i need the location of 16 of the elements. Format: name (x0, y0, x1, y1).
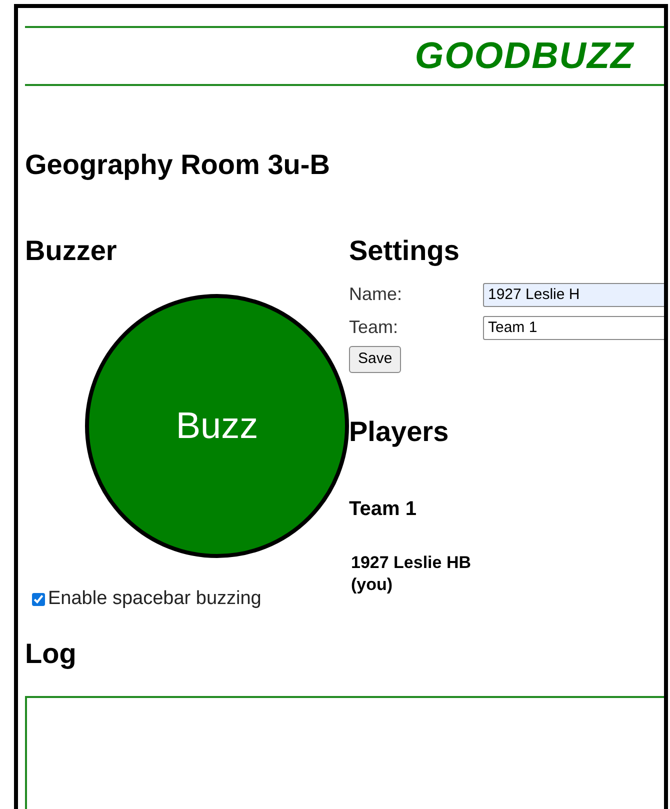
text-field[interactable]: 1927 Leslie H (483, 282, 664, 306)
spacebar-label: Enable spacebar buzzing (48, 587, 262, 611)
buzzer-heading: Buzzer (25, 237, 118, 265)
buzz-button[interactable]: Buzz (85, 294, 349, 558)
field-label: Name: (349, 283, 404, 306)
player-name: 1927 Leslie HB (you) (351, 552, 472, 596)
spacebar-checkbox[interactable] (32, 592, 45, 606)
team-name: Team 1 (349, 497, 418, 522)
room-title: Geography Room 3u-B (25, 151, 331, 179)
settings-heading: Settings (349, 237, 460, 265)
log-heading: Log (25, 640, 78, 668)
logo: GOODBUZZ (414, 34, 634, 78)
field-label: Team: (349, 316, 400, 339)
text-field[interactable]: Team 1 (483, 316, 664, 340)
players-heading: Players (349, 418, 450, 446)
save-button[interactable]: Save (349, 346, 402, 373)
